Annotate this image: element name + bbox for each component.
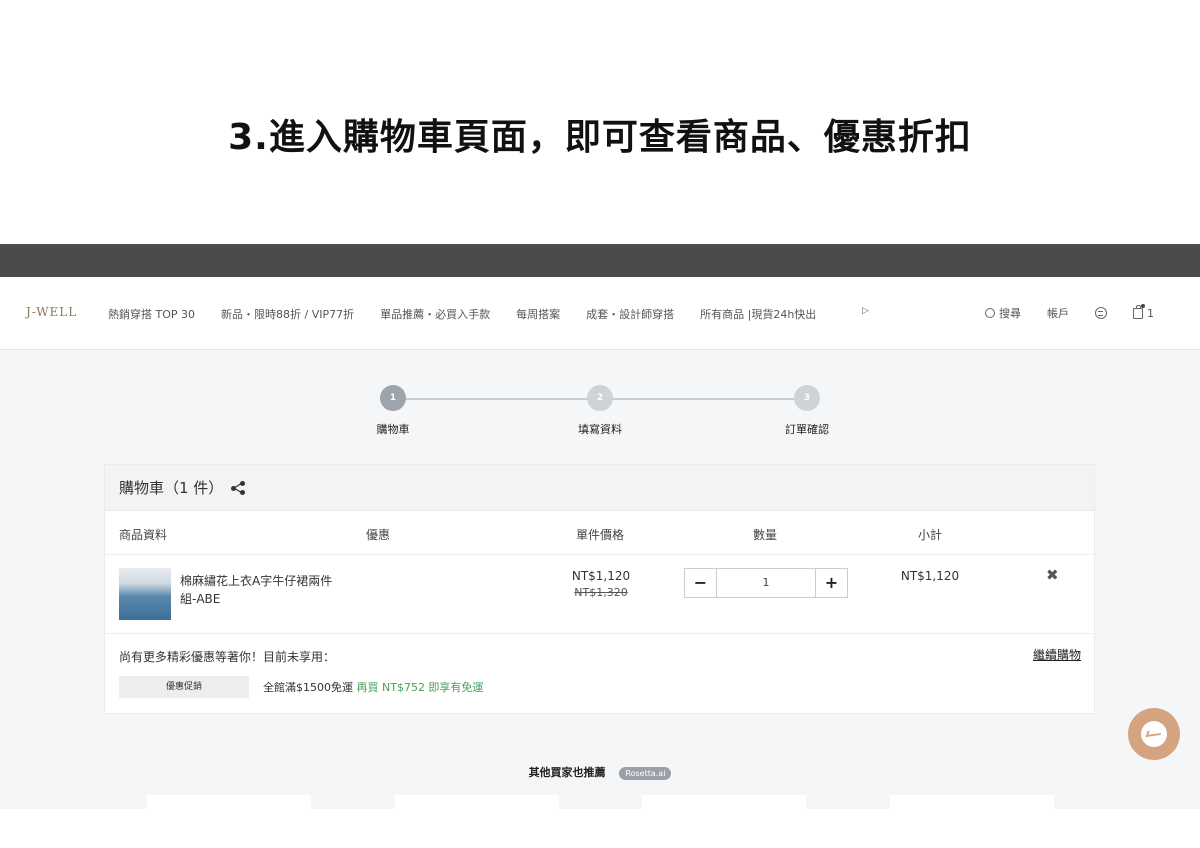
col-subtotal: 小計 (918, 528, 943, 542)
step-number: 2 (587, 385, 613, 411)
col-info: 商品資料 (119, 528, 168, 542)
remove-item-icon[interactable]: ✖ (1046, 566, 1059, 584)
message-icon[interactable] (1095, 307, 1107, 319)
nav-menu: 熱銷穿搭 TOP 30 新品・限時88折 / VIP77折 單品推薦・必買入手款… (108, 306, 842, 322)
product-name[interactable]: 棉麻繡花上衣A字牛仔裙兩件組-ABE (180, 572, 340, 608)
announcement-bar (0, 244, 1200, 277)
cart-header: 購物車（1 件） (105, 465, 1094, 511)
logo[interactable]: J-WELL (26, 305, 77, 319)
continue-shopping-link[interactable]: 繼續購物 (1033, 646, 1081, 663)
nav-item-top30[interactable]: 熱銷穿搭 TOP 30 (108, 306, 195, 322)
messenger-icon (1141, 721, 1167, 747)
cart-button[interactable]: 1 (1133, 303, 1154, 320)
original-price: NT$1,320 (574, 586, 628, 599)
search-icon (985, 308, 995, 318)
step-label: 訂單確認 (785, 423, 829, 436)
step-number: 3 (794, 385, 820, 411)
nav-more-arrow-icon[interactable]: ▷ (862, 306, 869, 316)
account-link[interactable]: 帳戶 (1047, 305, 1069, 321)
step-info: 2 填寫資料 (565, 385, 635, 437)
checkout-steps: 1 購物車 2 填寫資料 3 訂單確認 (360, 385, 840, 445)
screenshot-frame: J-WELL 熱銷穿搭 TOP 30 新品・限時88折 / VIP77折 單品推… (0, 244, 1200, 809)
shopping-bag-icon (1133, 303, 1145, 319)
messenger-button[interactable] (1128, 708, 1180, 760)
cart-panel: 購物車（1 件） 商品資料 優惠 單件價格 數量 小計 棉麻繡花上衣A字牛仔裙兩… (104, 464, 1095, 714)
col-promo: 優惠 (366, 528, 391, 542)
promo-highlight: 再買 NT$752 即享有免運 (356, 681, 484, 694)
step-confirm: 3 訂單確認 (772, 385, 842, 437)
nav-item-recommend[interactable]: 單品推薦・必買入手款 (380, 306, 490, 322)
promo-text: 全館滿$1500免運 (263, 681, 353, 694)
recommend-title: 其他買家也推薦 (528, 766, 606, 779)
step-label: 填寫資料 (578, 423, 622, 436)
promo-section: 尚有更多精彩優惠等著你！目前未享用： 繼續購物 優惠促銷 全館滿$1500免運 … (105, 634, 1094, 712)
main-nav: J-WELL 熱銷穿搭 TOP 30 新品・限時88折 / VIP77折 單品推… (0, 277, 1200, 350)
search-button[interactable]: 搜尋 (985, 305, 1021, 321)
increase-qty-button[interactable]: + (816, 569, 847, 597)
nav-item-new[interactable]: 新品・限時88折 / VIP77折 (221, 306, 354, 322)
promo-description: 全館滿$1500免運 再買 NT$752 即享有免運 (263, 679, 483, 695)
nav-item-weekly[interactable]: 每周搭案 (516, 306, 560, 322)
step-cart: 1 購物車 (358, 385, 428, 437)
search-label: 搜尋 (999, 307, 1021, 320)
cart-title: 購物車（1 件） (119, 479, 224, 497)
recommend-card[interactable] (890, 795, 1054, 809)
cart-item-row: 棉麻繡花上衣A字牛仔裙兩件組-ABE NT$1,120 NT$1,320 − 1… (105, 555, 1094, 634)
recommend-card[interactable] (642, 795, 806, 809)
decrease-qty-button[interactable]: − (685, 569, 716, 597)
quantity-input[interactable]: 1 (716, 569, 816, 597)
cart-column-headers: 商品資料 優惠 單件價格 數量 小計 (105, 511, 1094, 555)
recommend-section: 其他買家也推薦 Rosetta.ai (0, 764, 1200, 780)
col-qty: 數量 (753, 528, 778, 542)
step-number: 1 (380, 385, 406, 411)
promo-note: 尚有更多精彩優惠等著你！目前未享用： (119, 650, 336, 664)
slide-title: 3.進入購物車頁面，即可查看商品、優惠折扣 (228, 117, 972, 158)
product-thumbnail[interactable] (119, 568, 171, 620)
recommend-card[interactable] (395, 795, 559, 809)
nav-item-all[interactable]: 所有商品 |現貨24h快出 (700, 306, 816, 322)
current-price: NT$1,120 (571, 569, 631, 583)
share-icon[interactable] (231, 480, 246, 495)
rosetta-badge: Rosetta.ai (619, 766, 672, 780)
nav-item-sets[interactable]: 成套・設計師穿搭 (586, 306, 674, 322)
col-unit-price: 單件價格 (576, 528, 625, 542)
unit-price: NT$1,120 NT$1,320 (545, 569, 657, 599)
step-label: 購物車 (376, 423, 410, 436)
item-subtotal: NT$1,120 (900, 569, 960, 583)
promo-tag: 優惠促銷 (119, 676, 249, 698)
recommend-card[interactable] (147, 795, 311, 809)
nav-utilities: 搜尋 帳戶 1 (985, 303, 1154, 321)
quantity-stepper: − 1 + (684, 568, 848, 598)
cart-count: 1 (1147, 306, 1154, 320)
